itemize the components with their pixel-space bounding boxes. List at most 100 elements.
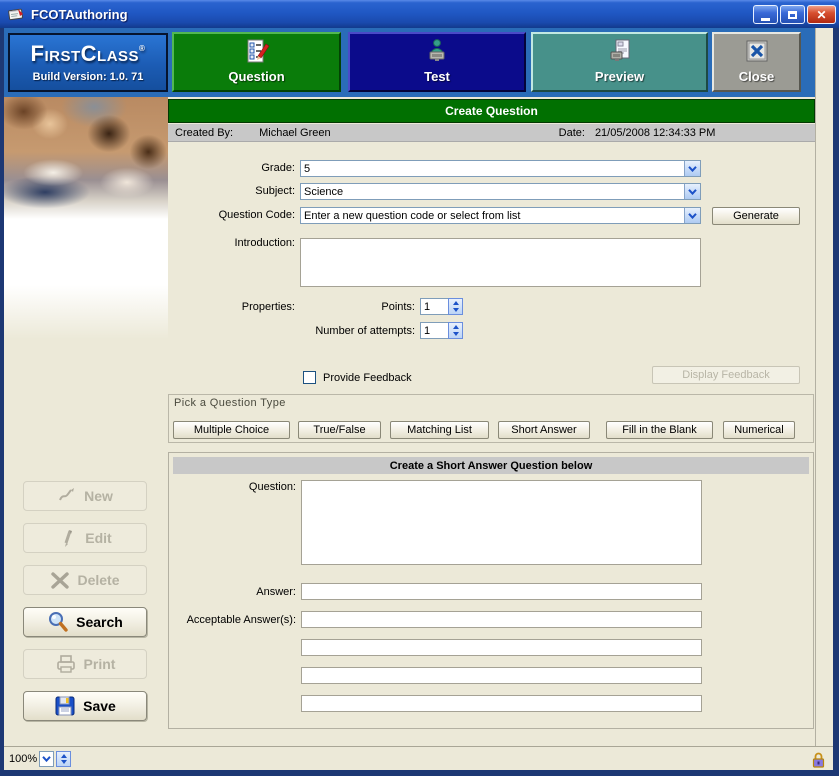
numerical-button[interactable]: Numerical [723,421,795,439]
window-title: FCOTAuthoring [31,7,128,22]
main-content: Create Question Created By: Michael Gree… [168,97,815,746]
app-icon [8,6,25,22]
sa-acceptable-input-4[interactable] [301,695,702,712]
display-feedback-button[interactable]: Display Feedback [652,366,800,384]
subject-combobox[interactable]: Science [300,183,701,200]
zoom-spinner-arrows-icon[interactable] [56,751,71,767]
minimize-button[interactable] [753,5,778,24]
search-magnifier-icon [47,611,69,633]
grade-label: Grade: [170,162,295,174]
introduction-textarea[interactable] [300,238,701,287]
search-button[interactable]: Search [23,607,147,637]
introduction-label: Introduction: [170,237,295,249]
nav-preview-button[interactable]: Preview [531,32,708,92]
created-by-label: Created By: [175,127,233,139]
delete-button[interactable]: Delete [23,565,147,595]
sa-question-textarea[interactable] [301,480,702,565]
short-answer-button[interactable]: Short Answer [498,421,590,439]
date-value: 21/05/2008 12:34:33 PM [595,127,715,139]
print-label: Print [84,656,116,672]
matching-list-button[interactable]: Matching List [390,421,489,439]
sa-question-label: Question: [171,481,296,493]
display-feedback-label: Display Feedback [682,369,769,381]
created-by-value: Michael Green [259,127,331,139]
true-false-button[interactable]: True/False [298,421,381,439]
edit-button[interactable]: Edit [23,523,147,553]
fill-in-the-blank-button[interactable]: Fill in the Blank [606,421,713,439]
sa-acceptable-input-1[interactable] [301,611,702,628]
zoom-dropdown-arrow-icon[interactable] [39,751,54,767]
points-label: Points: [170,301,415,313]
generate-label: Generate [733,210,779,222]
print-button[interactable]: Print [23,649,147,679]
page-title: Create Question [445,104,538,118]
close-x-box-icon [744,38,770,64]
nav-question-button[interactable]: Question [172,32,341,92]
sa-acceptable-input-3[interactable] [301,667,702,684]
question-code-label: Question Code: [170,209,295,221]
titlebar: FCOTAuthoring ✕ [0,0,839,28]
subject-dropdown-arrow-icon[interactable] [684,184,700,199]
delete-x-icon [50,570,70,590]
nav-test-button[interactable]: Test [348,32,526,92]
grade-dropdown-arrow-icon[interactable] [684,161,700,176]
multiple-choice-button[interactable]: Multiple Choice [173,421,290,439]
new-button[interactable]: New [23,481,147,511]
question-code-combobox[interactable]: Enter a new question code or select from… [300,207,701,224]
delete-label: Delete [77,572,119,588]
question-code-value: Enter a new question code or select from… [301,210,684,222]
sa-answer-label: Answer: [171,586,296,598]
sa-acceptable-input-2[interactable] [301,639,702,656]
question-code-dropdown-arrow-icon[interactable] [684,208,700,223]
close-window-button[interactable]: ✕ [807,5,836,24]
minimize-icon [761,18,770,21]
provide-feedback-checkbox[interactable] [303,371,316,384]
build-version: Build Version: 1.0. 71 [33,71,144,83]
points-stepper[interactable] [420,298,463,315]
right-gutter [815,28,833,746]
question-checklist-icon [244,38,270,64]
registered-mark: ® [139,44,145,53]
generate-button[interactable]: Generate [712,207,800,225]
grade-combobox[interactable]: 5 [300,160,701,177]
new-icon [57,486,77,506]
application-window: FCOTAuthoring ✕ FirstClass® Build Versio… [0,0,839,776]
brand-logo: FirstClass® [31,43,146,65]
short-answer-header: Create a Short Answer Question below [173,457,809,474]
maximize-button[interactable] [780,5,805,24]
search-label: Search [76,614,123,630]
photo-fade [4,219,168,339]
new-label: New [84,488,113,504]
nav-preview-label: Preview [595,69,644,84]
nav-close-button[interactable]: Close [712,32,801,92]
edit-pencil-icon [58,528,78,548]
points-input[interactable] [420,298,448,315]
save-floppy-icon [54,695,76,717]
points-spinner-arrows-icon[interactable] [448,298,463,315]
classroom-photo [4,97,168,219]
edit-label: Edit [85,530,111,546]
sidebar: New Edit Delete Search [4,97,168,746]
window-border-bottom [0,770,839,776]
print-icon [55,654,77,674]
question-type-group-label: Pick a Question Type [174,397,286,409]
window-border-right [833,28,839,776]
nav-close-label: Close [739,69,774,84]
subject-label: Subject: [170,185,295,197]
save-button[interactable]: Save [23,691,147,721]
status-bar: 100% [4,746,833,770]
nav-question-label: Question [228,69,284,84]
subject-value: Science [301,186,684,198]
brand-logo-panel: FirstClass® Build Version: 1.0. 71 [8,33,168,92]
lock-icon [812,751,825,768]
question-type-group: Pick a Question Type Multiple Choice Tru… [168,394,814,443]
zoom-level-value: 100% [9,753,37,765]
attempts-input[interactable] [420,322,448,339]
sa-acceptable-label: Acceptable Answer(s): [171,614,296,626]
attempts-stepper[interactable] [420,322,463,339]
attempts-spinner-arrows-icon[interactable] [448,322,463,339]
sa-answer-input[interactable] [301,583,702,600]
grade-value: 5 [301,163,684,175]
meta-bar: Created By: Michael Green Date: 21/05/20… [168,124,815,142]
close-icon: ✕ [816,9,826,21]
